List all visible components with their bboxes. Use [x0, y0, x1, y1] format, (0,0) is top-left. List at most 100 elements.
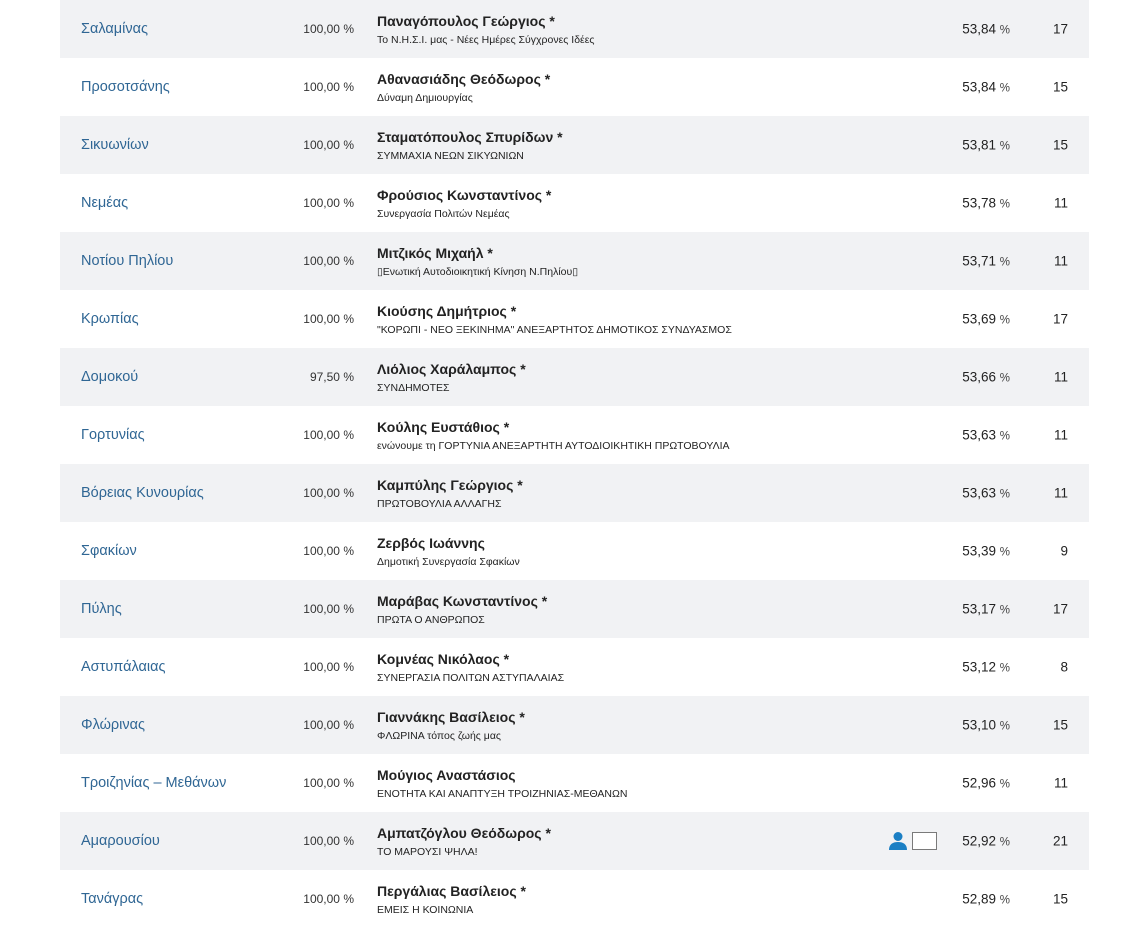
municipality-link[interactable]: Κρωπίας	[81, 311, 139, 327]
seats-count: 8	[1060, 659, 1068, 675]
municipality-link[interactable]: Δομοκού	[81, 369, 138, 385]
table-row: Βόρειας Κυνουρίας 100,00 % Καμπύλης Γεώρ…	[60, 464, 1089, 522]
counted-percent: 100,00 %	[303, 834, 354, 848]
table-row: Νοτίου Πηλίου 100,00 % Μιτζικός Μιχαήλ *…	[60, 232, 1089, 290]
candidate-name: Αμπατζόγλου Θεόδωρος *	[377, 825, 551, 841]
vote-percent: 53,69 %	[962, 312, 1010, 327]
municipality-link[interactable]: Νεμέας	[81, 195, 128, 211]
candidate-cell: Μούγιος Αναστάσιος ΕΝΟΤΗΤΑ ΚΑΙ ΑΝΑΠΤΥΞΗ …	[377, 767, 627, 800]
candidate-name: Λιόλιος Χαράλαμπος *	[377, 361, 526, 377]
vote-percent-value: 52,92	[962, 833, 996, 849]
seats-count: 15	[1052, 137, 1068, 153]
counted-percent: 100,00 %	[303, 602, 354, 616]
candidate-name: Ζερβός Ιωάννης	[377, 535, 485, 551]
counted-percent: 100,00 %	[303, 718, 354, 732]
vote-percent: 53,63 %	[962, 428, 1010, 443]
municipality-link[interactable]: Σικυωνίων	[81, 137, 149, 153]
vote-percent: 53,63 %	[962, 486, 1010, 501]
vote-percent-value: 53,17	[962, 601, 996, 617]
party-name: ΠΡΩΤΑ Ο ΑΝΘΡΩΠΟΣ	[377, 614, 485, 626]
percent-unit: %	[999, 546, 1010, 559]
table-row: Γορτυνίας 100,00 % Κούλης Ευστάθιος * εν…	[60, 406, 1089, 464]
party-name: Δημοτική Συνεργασία Σφακίων	[377, 556, 520, 568]
table-row: Φλώρινας 100,00 % Γιαννάκης Βασίλειος * …	[60, 696, 1089, 754]
party-name: ΣΥΜΜΑΧΙΑ ΝΕΩΝ ΣΙΚΥΩΝΙΩΝ	[377, 150, 524, 162]
vote-percent-value: 53,84	[962, 79, 996, 95]
vote-percent: 52,92 %	[962, 834, 1010, 849]
vote-percent-value: 53,66	[962, 369, 996, 385]
candidate-cell: Σταματόπουλος Σπυρίδων * ΣΥΜΜΑΧΙΑ ΝΕΩΝ Σ…	[377, 129, 563, 162]
candidate-cell: Αμπατζόγλου Θεόδωρος * ΤΟ ΜΑΡΟΥΣΙ ΨΗΛΑ!	[377, 825, 551, 858]
table-row: Αμαρουσίου 100,00 % Αμπατζόγλου Θεόδωρος…	[60, 812, 1089, 870]
user-icon[interactable]	[888, 831, 908, 851]
table-row: Σαλαμίνας 100,00 % Παναγόπουλος Γεώργιος…	[60, 0, 1089, 58]
vote-percent-value: 53,39	[962, 543, 996, 559]
box-icon[interactable]	[912, 832, 937, 850]
municipality-link[interactable]: Βόρειας Κυνουρίας	[81, 485, 204, 501]
candidate-cell: Περγάλιας Βασίλειος * ΕΜΕΙΣ Η ΚΟΙΝΩΝΙΑ	[377, 883, 526, 916]
vote-percent-value: 53,10	[962, 717, 996, 733]
party-name: ▯Ενωτική Αυτοδιοικητική Κίνηση Ν.Πηλίου▯	[377, 266, 579, 278]
municipality-link[interactable]: Πύλης	[81, 601, 122, 617]
candidate-cell: Καμπύλης Γεώργιος * ΠΡΩΤΟΒΟΥΛΙΑ ΑΛΛΑΓΗΣ	[377, 477, 523, 510]
counted-percent: 100,00 %	[303, 428, 354, 442]
municipality-link[interactable]: Σαλαμίνας	[81, 21, 148, 37]
party-name: ΠΡΩΤΟΒΟΥΛΙΑ ΑΛΛΑΓΗΣ	[377, 498, 502, 510]
party-name: Το Ν.Η.Σ.Ι. μας - Νέες Ημέρες Σύγχρονες …	[377, 34, 595, 46]
vote-percent: 52,89 %	[962, 892, 1010, 907]
vote-percent: 53,12 %	[962, 660, 1010, 675]
vote-percent: 52,96 %	[962, 776, 1010, 791]
table-row: Νεμέας 100,00 % Φρούσιος Κωνσταντίνος * …	[60, 174, 1089, 232]
candidate-name: Περγάλιας Βασίλειος *	[377, 883, 526, 899]
seats-count: 15	[1052, 79, 1068, 95]
counted-percent: 100,00 %	[303, 80, 354, 94]
seats-count: 17	[1052, 601, 1068, 617]
municipality-link[interactable]: Αστυπάλαιας	[81, 659, 165, 675]
vote-percent-value: 53,84	[962, 21, 996, 37]
vote-percent: 53,84 %	[962, 22, 1010, 37]
percent-unit: %	[999, 778, 1010, 791]
table-row: Πύλης 100,00 % Μαράβας Κωνσταντίνος * ΠΡ…	[60, 580, 1089, 638]
vote-percent: 53,10 %	[962, 718, 1010, 733]
percent-unit: %	[999, 82, 1010, 95]
municipality-link[interactable]: Σφακίων	[81, 543, 137, 559]
vote-percent-value: 53,12	[962, 659, 996, 675]
counted-percent: 97,50 %	[309, 370, 354, 384]
table-row: Δομοκού 97,50 % Λιόλιος Χαράλαμπος * ΣΥΝ…	[60, 348, 1089, 406]
vote-percent: 53,17 %	[962, 602, 1010, 617]
municipality-link[interactable]: Φλώρινας	[81, 717, 145, 733]
candidate-name: Γιαννάκης Βασίλειος *	[377, 709, 525, 725]
vote-percent: 53,81 %	[962, 138, 1010, 153]
percent-unit: %	[999, 24, 1010, 37]
municipality-link[interactable]: Τανάγρας	[81, 891, 143, 907]
municipality-link[interactable]: Γορτυνίας	[81, 427, 145, 443]
party-name: ΣΥΝΔΗΜΟΤΕΣ	[377, 382, 450, 394]
table-row: Σικυωνίων 100,00 % Σταματόπουλος Σπυρίδω…	[60, 116, 1089, 174]
municipality-link[interactable]: Προσοτσάνης	[81, 79, 170, 95]
candidate-name: Σταματόπουλος Σπυρίδων *	[377, 129, 563, 145]
candidate-name: Μούγιος Αναστάσιος	[377, 767, 516, 783]
candidate-cell: Μαράβας Κωνσταντίνος * ΠΡΩΤΑ Ο ΑΝΘΡΩΠΟΣ	[377, 593, 547, 626]
vote-percent: 53,78 %	[962, 196, 1010, 211]
municipality-link[interactable]: Αμαρουσίου	[81, 833, 160, 849]
municipality-link[interactable]: Τροιζηνίας – Μεθάνων	[81, 775, 226, 791]
table-row: Κρωπίας 100,00 % Κιούσης Δημήτριος * "ΚΟ…	[60, 290, 1089, 348]
percent-unit: %	[999, 430, 1010, 443]
seats-count: 9	[1060, 543, 1068, 559]
party-name: ΤΟ ΜΑΡΟΥΣΙ ΨΗΛΑ!	[377, 846, 478, 858]
vote-percent-value: 53,71	[962, 253, 996, 269]
percent-unit: %	[999, 662, 1010, 675]
municipality-link[interactable]: Νοτίου Πηλίου	[81, 253, 173, 269]
party-name: Συνεργασία Πολιτών Νεμέας	[377, 208, 510, 220]
party-name: ΕΜΕΙΣ Η ΚΟΙΝΩΝΙΑ	[377, 904, 474, 916]
candidate-cell: Αθανασιάδης Θεόδωρος * Δύναμη Δημιουργία…	[377, 71, 550, 104]
seats-count: 11	[1053, 775, 1068, 791]
vote-percent: 53,39 %	[962, 544, 1010, 559]
candidate-cell: Κούλης Ευστάθιος * ενώνουμε τη ΓΟΡΤΥΝΙΑ …	[377, 419, 730, 452]
party-name: Δύναμη Δημιουργίας	[377, 92, 473, 104]
candidate-cell: Φρούσιος Κωνσταντίνος * Συνεργασία Πολιτ…	[377, 187, 551, 220]
candidate-name: Μαράβας Κωνσταντίνος *	[377, 593, 548, 609]
percent-unit: %	[999, 836, 1010, 849]
percent-unit: %	[999, 488, 1010, 501]
candidate-cell: Μιτζικός Μιχαήλ * ▯Ενωτική Αυτοδιοικητικ…	[377, 245, 578, 278]
